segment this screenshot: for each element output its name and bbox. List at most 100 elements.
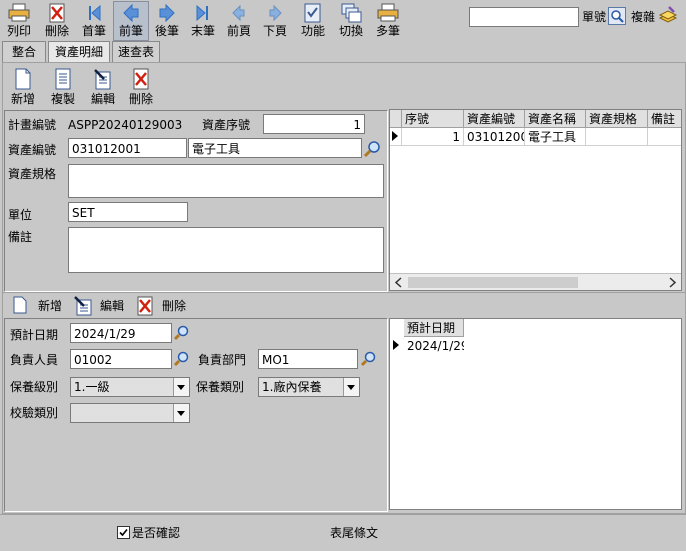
doc-search-button[interactable] (608, 7, 626, 25)
checkmark-icon (119, 528, 128, 537)
asset-name-input[interactable]: 電子工具 (188, 138, 362, 158)
next-arrow-icon (159, 3, 175, 23)
asset-seq-input[interactable]: 1 (263, 114, 365, 134)
prev-record-button[interactable]: 前筆 (113, 1, 149, 41)
search-icon (608, 7, 626, 25)
confirm-label: 是否確認 (132, 526, 181, 540)
unit-label: 單位 (8, 208, 33, 222)
asset-no-input[interactable]: 031012001 (68, 138, 187, 158)
delete-button[interactable]: 刪除 (40, 2, 74, 40)
tab-integrated[interactable]: 整合 (2, 41, 46, 63)
next-page-icon (269, 4, 282, 22)
magnifier-icon (173, 325, 189, 341)
grid-header-remark[interactable]: 備註 (648, 110, 681, 128)
scroll-right-button[interactable] (665, 276, 679, 289)
grid-header-corner (390, 110, 402, 128)
grid-header-seq[interactable]: 序號 (402, 110, 464, 128)
add-detail-button[interactable]: 新增 (8, 68, 38, 107)
new-doc-icon (13, 296, 27, 314)
row-pointer-icon (392, 131, 398, 141)
asset-lookup-button[interactable] (363, 139, 383, 162)
type-label: 保養類別 (196, 380, 245, 394)
owner-lookup-button[interactable] (173, 350, 191, 371)
prev-arrow-icon (123, 3, 139, 23)
tab-quick-lookup[interactable]: 速查表 (112, 41, 160, 63)
windows-icon (341, 3, 362, 23)
scroll-thumb[interactable] (408, 277, 578, 288)
type-select[interactable]: 1.廠內保養 (258, 377, 360, 397)
printer-icon (8, 3, 30, 22)
horizontal-scrollbar[interactable] (390, 273, 681, 290)
cell-remark (648, 128, 681, 146)
level-select[interactable]: 1.一級 (70, 377, 190, 397)
owner-label: 負責人員 (10, 353, 59, 367)
edit-detail-button[interactable]: 編輯 (88, 68, 118, 107)
dept-input[interactable]: MO1 (258, 349, 358, 369)
chevron-down-icon (343, 378, 359, 396)
asset-grid[interactable]: 序號 資產編號 資產名稱 資產規格 備註 1 031012001 電子工具 (389, 109, 682, 291)
edit-icon (94, 69, 111, 90)
edit-icon (74, 296, 92, 316)
unit-input[interactable]: SET (68, 202, 188, 222)
remark-input[interactable] (68, 227, 384, 273)
copy-stack-icon (658, 6, 678, 23)
prev-page-button[interactable]: 前頁 (222, 2, 256, 40)
multi-record-button[interactable]: 多筆 (371, 2, 405, 40)
copy-label: 複雜 (631, 10, 656, 24)
table-row[interactable]: 1 031012001 電子工具 (390, 128, 681, 146)
footer-bar: 是否確認 表尾條文 (0, 514, 686, 551)
table-row[interactable]: 2024/1/29 (390, 337, 510, 355)
grid-header-asset-no[interactable]: 資產編號 (464, 110, 525, 128)
checklist-icon (304, 3, 321, 23)
last-icon (196, 4, 208, 22)
remark-label: 備註 (8, 230, 33, 244)
grid-header-plan-date[interactable]: 預計日期 (404, 319, 464, 337)
confirm-checkbox[interactable] (117, 526, 130, 539)
copy-detail-button[interactable]: 複製 (48, 68, 78, 107)
schedule-form-panel (4, 318, 388, 512)
main-toolbar: 列印 刪除 首筆 前筆 後筆 末筆 前頁 下頁 功能 切換 多筆 單號 複雜 (0, 0, 686, 41)
chevron-down-icon (173, 378, 189, 396)
cell-asset-spec (586, 128, 648, 146)
functions-button[interactable]: 功能 (296, 2, 330, 40)
calib-label: 校驗類別 (10, 406, 59, 420)
last-record-button[interactable]: 末筆 (186, 2, 220, 40)
tab-asset-detail[interactable]: 資產明細 (48, 41, 110, 63)
plan-no-value: ASPP20240129003 (68, 118, 183, 132)
copy-button[interactable] (657, 5, 679, 27)
cell-asset-name: 電子工具 (525, 128, 586, 146)
row-indicator (390, 128, 402, 146)
print-button[interactable]: 列印 (2, 2, 36, 40)
delete-doc-icon (133, 68, 149, 90)
dept-label: 負責部門 (198, 353, 247, 367)
grid-header-asset-spec[interactable]: 資產規格 (586, 110, 648, 128)
schedule-grid[interactable]: 預計日期 2024/1/29 (389, 318, 682, 510)
asset-spec-label: 資產規格 (8, 167, 57, 181)
grid-header-corner (390, 319, 404, 337)
asset-no-label: 資產編號 (8, 143, 57, 157)
asset-spec-input[interactable] (68, 164, 384, 198)
magnifier-icon (173, 351, 189, 367)
chevron-down-icon (173, 404, 189, 422)
next-record-button[interactable]: 後筆 (150, 2, 184, 40)
calib-select[interactable] (70, 403, 190, 423)
prev-page-icon (232, 4, 245, 22)
plan-date-input[interactable]: 2024/1/29 (70, 323, 172, 343)
copy-doc-icon (55, 68, 71, 90)
owner-input[interactable]: 01002 (70, 349, 172, 369)
next-page-button[interactable]: 下頁 (258, 2, 292, 40)
plan-no-label: 計畫編號 (8, 118, 57, 132)
first-record-button[interactable]: 首筆 (77, 2, 111, 40)
switch-button[interactable]: 切換 (334, 2, 368, 40)
dept-lookup-button[interactable] (360, 350, 378, 371)
cell-asset-no: 031012001 (464, 128, 525, 146)
scroll-left-button[interactable] (392, 276, 406, 289)
date-picker-button[interactable] (173, 324, 191, 345)
level-label: 保養級別 (10, 380, 59, 394)
delete-detail-button[interactable]: 刪除 (126, 68, 156, 107)
plan-date-label: 預計日期 (10, 328, 59, 342)
magnifier-icon (360, 351, 376, 367)
doc-search-input[interactable] (469, 7, 579, 27)
cell-seq: 1 (402, 128, 464, 146)
grid-header-asset-name[interactable]: 資產名稱 (525, 110, 586, 128)
